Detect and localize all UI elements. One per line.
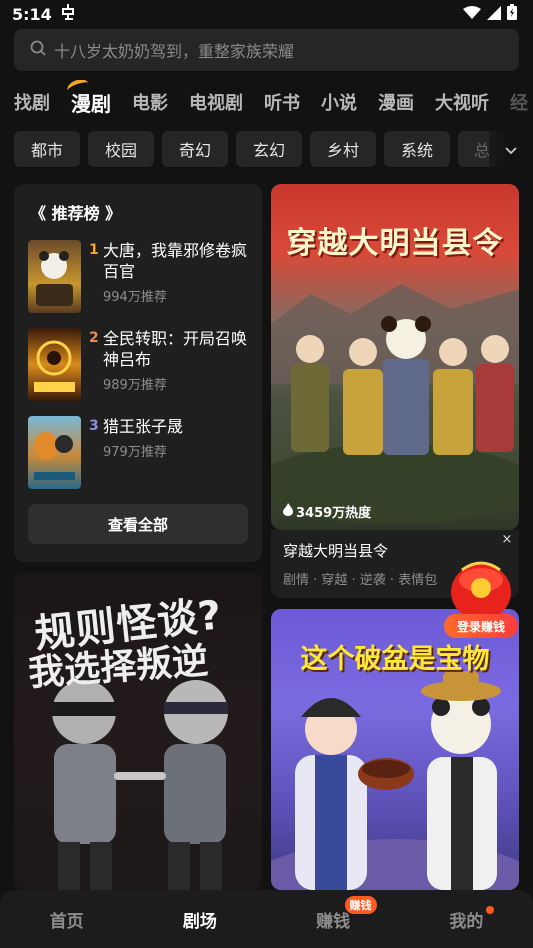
flame-icon — [283, 503, 293, 520]
nav-mine-label: 我的 — [449, 911, 484, 932]
notification-dot — [485, 906, 494, 914]
category-tabs: 找剧 漫剧 电影 电视剧 听书 小说 漫画 大视听 经 — [0, 80, 533, 124]
ranking-number: 3 — [89, 418, 99, 434]
ranking-hot: 979万推荐 — [103, 445, 167, 460]
wifi-icon — [463, 5, 481, 24]
poster-1-title: 穿越大明当县令 — [286, 226, 504, 261]
tab-partial[interactable]: 经 — [510, 89, 528, 115]
nav-theater-label: 剧场 — [182, 911, 217, 932]
ranking-title: 《 推荐榜 》 — [30, 204, 122, 223]
drama-poster-2[interactable]: 规则怪谈? 我选择叛逆 — [14, 572, 262, 890]
chip-urban[interactable]: 都市 — [14, 131, 80, 167]
tab-movie[interactable]: 电影 — [132, 89, 168, 115]
genre-chips: 都市 校园 奇幻 玄幻 乡村 系统 总 — [14, 131, 533, 167]
tab-tv-series[interactable]: 电视剧 — [189, 89, 243, 115]
battery-icon — [507, 4, 517, 24]
nav-earn[interactable]: 赚钱 赚钱 — [267, 890, 400, 948]
ranking-name: 大唐，我靠邪修卷疯百官 — [103, 241, 248, 281]
drama-poster-3[interactable]: 这个破盆是宝物 — [271, 609, 519, 890]
ranking-cover-3 — [28, 416, 81, 489]
chip-xuanhuan[interactable]: 玄幻 — [236, 131, 302, 167]
ranking-hot: 989万推荐 — [103, 378, 167, 393]
ranking-name: 猎王张子晟 — [103, 417, 184, 436]
tab-manju-label: 漫剧 — [71, 91, 111, 116]
login-reward-label: 登录赚钱 — [444, 614, 518, 638]
heat-badge: 3459万热度 — [283, 502, 371, 521]
recommend-ranking-card: 《 推荐榜 》 1 大唐，我靠邪修卷疯百官 994万推荐 2 全民转职：开局召唤… — [14, 184, 262, 562]
drama-poster-1[interactable]: 穿越大明当县令 3459万热度 — [271, 184, 519, 530]
bottom-nav: 首页 剧场 赚钱 赚钱 我的 — [0, 890, 533, 948]
nav-home[interactable]: 首页 — [0, 890, 133, 948]
tab-zhaoju[interactable]: 找剧 — [14, 89, 50, 115]
ranking-item[interactable]: 2 全民转职：开局召唤神吕布 989万推荐 — [28, 328, 248, 403]
chip-fantasy[interactable]: 奇幻 — [162, 131, 228, 167]
nav-home-label: 首页 — [49, 911, 84, 932]
signal-icon — [487, 5, 501, 24]
ranking-item[interactable]: 1 大唐，我靠邪修卷疯百官 994万推荐 — [28, 240, 248, 315]
tab-comic[interactable]: 漫画 — [378, 89, 414, 115]
tab-big-audiovisual[interactable]: 大视听 — [435, 89, 489, 115]
view-all-button[interactable]: 查看全部 — [28, 504, 248, 544]
nav-earn-label: 赚钱 — [316, 911, 351, 932]
heat-count: 3459万热度 — [296, 506, 372, 521]
ranking-name: 全民转职：开局召唤神吕布 — [103, 329, 248, 369]
status-time: 5:14 — [12, 4, 52, 24]
chip-campus[interactable]: 校园 — [88, 131, 154, 167]
ranking-cover-1 — [28, 240, 81, 313]
chip-rural[interactable]: 乡村 — [310, 131, 376, 167]
search-icon — [30, 40, 46, 60]
earn-badge: 赚钱 — [344, 896, 377, 914]
chip-system[interactable]: 系统 — [384, 131, 450, 167]
chevron-down-icon — [505, 140, 517, 159]
ranking-cover-2 — [28, 328, 81, 401]
nav-theater[interactable]: 剧场 — [133, 890, 266, 948]
expand-chips-button[interactable] — [489, 131, 533, 167]
ranking-hot: 994万推荐 — [103, 290, 167, 305]
ranking-item[interactable]: 3 猎王张子晟 979万推荐 — [28, 416, 248, 491]
tab-novel[interactable]: 小说 — [321, 89, 357, 115]
nav-mine[interactable]: 我的 — [400, 890, 533, 948]
close-icon[interactable]: × — [499, 532, 515, 548]
poster-3-title: 这个破盆是宝物 — [300, 644, 490, 675]
status-bar: 5:14 — [0, 0, 533, 28]
tab-manju[interactable]: 漫剧 — [65, 80, 111, 117]
ranking-number: 2 — [89, 330, 99, 346]
ranking-number: 1 — [89, 242, 99, 258]
search-placeholder: 十八岁太奶奶驾到，重整家族荣耀 — [54, 42, 295, 61]
tab-audiobook[interactable]: 听书 — [264, 89, 300, 115]
login-reward-float[interactable]: 登录赚钱 — [444, 552, 518, 638]
app-notification-icon — [60, 3, 76, 25]
search-input[interactable]: 十八岁太奶奶驾到，重整家族荣耀 — [14, 29, 519, 71]
